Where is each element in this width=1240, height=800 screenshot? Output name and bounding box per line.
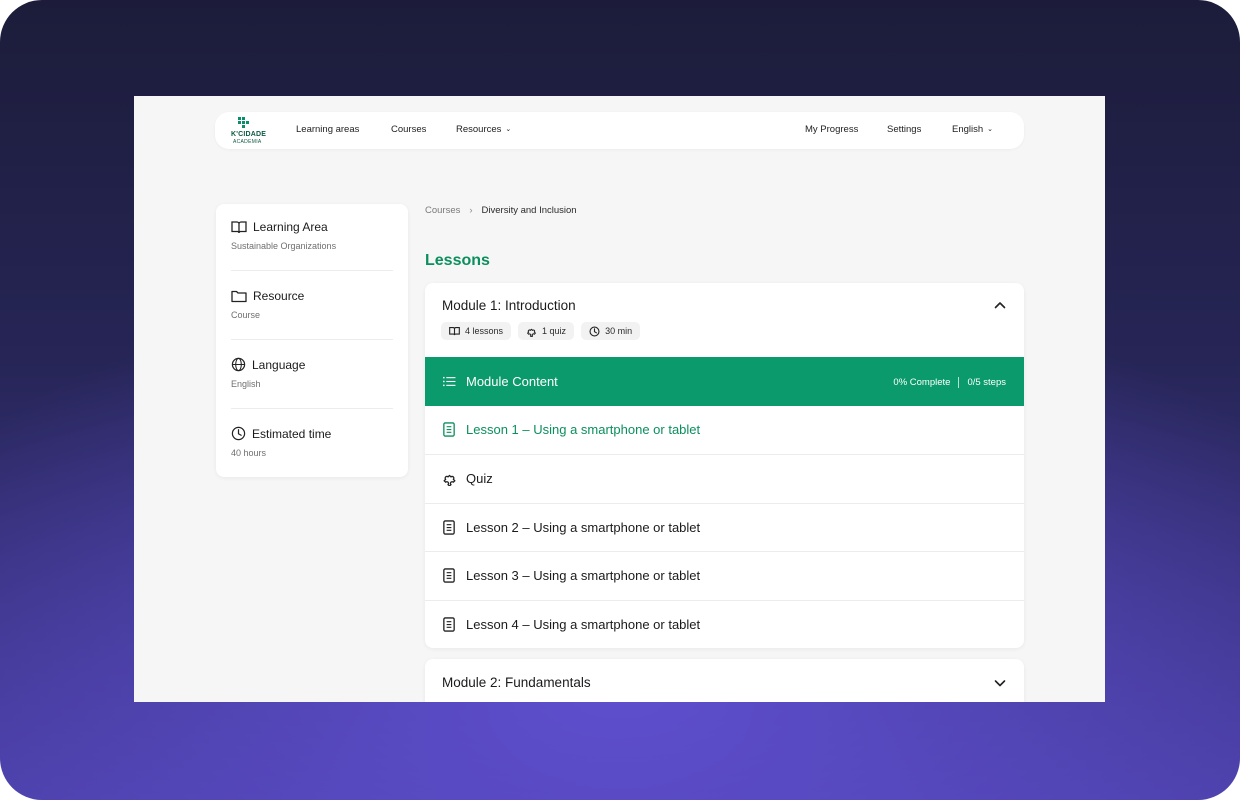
tag-label: 1 quiz	[542, 326, 567, 336]
divider	[231, 270, 393, 271]
progress-steps: 0/5 steps	[967, 377, 1006, 388]
language-label: English	[952, 124, 984, 135]
info-title: Learning Area	[253, 220, 328, 234]
puzzle-icon	[527, 328, 536, 337]
list-icon	[443, 376, 456, 387]
book-icon	[231, 221, 247, 234]
info-value: Sustainable Organizations	[231, 241, 337, 251]
book-icon	[449, 327, 460, 336]
nav-settings[interactable]: Settings	[887, 124, 921, 135]
module-card: Module 1: Introduction 4 lessons 1 quiz …	[425, 283, 1024, 648]
lesson-label: Lesson 1 – Using a smartphone or tablet	[466, 422, 701, 437]
clock-icon	[231, 426, 246, 441]
top-navigation: K'CIDADE ACADEMIA Learning areas Courses…	[215, 112, 1024, 149]
logo-name: K'CIDADE	[231, 131, 267, 138]
tag-label: 30 min	[605, 326, 633, 336]
nav-resources-label: Resources	[456, 124, 502, 135]
lesson-row[interactable]: Lesson 3 – Using a smartphone or tablet	[425, 551, 1024, 600]
info-value: Course	[231, 310, 261, 320]
tag-label: 4 lessons	[465, 326, 504, 336]
info-language: Language English	[231, 357, 393, 390]
info-learning-area: Learning Area Sustainable Organizations	[231, 220, 393, 251]
info-resource: Resource Course	[231, 289, 393, 320]
tag-time: 30 min	[581, 322, 641, 340]
clock-icon	[589, 325, 600, 337]
lesson-label: Lesson 4 – Using a smartphone or tablet	[466, 617, 701, 632]
page-title: Lessons	[425, 252, 490, 269]
course-info-card: Learning Area Sustainable Organizations …	[216, 204, 408, 477]
module-title[interactable]: Module 2: Fundamentals	[442, 675, 591, 690]
info-title: Estimated time	[252, 426, 332, 441]
nav-courses[interactable]: Courses	[391, 124, 426, 135]
tag-quiz: 1 quiz	[518, 322, 575, 340]
language-dropdown[interactable]: English ⌄	[952, 124, 993, 135]
chevron-down-icon: ⌄	[505, 126, 512, 133]
logo-sub: ACADEMIA	[233, 139, 262, 145]
chevron-down-icon[interactable]	[992, 675, 1008, 691]
info-estimated-time: Estimated time 40 hours	[231, 426, 393, 459]
logo-mark-icon	[238, 117, 252, 129]
module-tags: 4 lessons 1 quiz 30 min	[441, 322, 647, 340]
lesson-row[interactable]: Lesson 2 – Using a smartphone or tablet	[425, 503, 1024, 552]
divider	[958, 377, 960, 388]
info-value: English	[231, 379, 261, 389]
folder-icon	[231, 290, 247, 303]
nav-resources-dropdown[interactable]: Resources ⌄	[456, 124, 511, 135]
globe-icon	[231, 357, 246, 372]
module-content-label: Module Content	[466, 374, 558, 389]
lesson-row[interactable]: Lesson 4 – Using a smartphone or tablet	[425, 600, 1024, 648]
nav-my-progress[interactable]: My Progress	[805, 124, 858, 135]
chevron-up-icon[interactable]	[992, 297, 1008, 313]
nav-learning-areas[interactable]: Learning areas	[296, 124, 359, 135]
progress-percent: 0% Complete	[893, 377, 951, 388]
breadcrumb: Courses › Diversity and Inclusion	[425, 205, 577, 216]
quiz-label: Quiz	[466, 471, 493, 486]
lesson-icon	[443, 568, 455, 583]
info-title: Language	[252, 357, 306, 372]
module-progress: 0% Complete 0/5 steps	[893, 377, 1006, 388]
divider	[231, 339, 393, 340]
lesson-row[interactable]: Lesson 1 – Using a smartphone or tablet	[425, 406, 1024, 454]
app-window: K'CIDADE ACADEMIA Learning areas Courses…	[134, 96, 1105, 702]
tag-lessons: 4 lessons	[441, 322, 512, 340]
breadcrumb-courses[interactable]: Courses	[425, 205, 460, 216]
quiz-row[interactable]: Quiz	[425, 454, 1024, 503]
module-title[interactable]: Module 1: Introduction	[442, 298, 576, 313]
chevron-right-icon: ›	[469, 205, 473, 216]
module-content-bar[interactable]: Module Content 0% Complete 0/5 steps	[425, 357, 1024, 406]
lesson-icon	[443, 617, 455, 632]
info-title: Resource	[253, 289, 305, 303]
puzzle-icon	[443, 474, 456, 486]
lesson-label: Lesson 3 – Using a smartphone or tablet	[466, 568, 701, 583]
logo[interactable]: K'CIDADE ACADEMIA	[231, 117, 267, 145]
lesson-icon	[443, 422, 455, 437]
background-frame: K'CIDADE ACADEMIA Learning areas Courses…	[0, 0, 1240, 800]
info-value: 40 hours	[231, 448, 267, 458]
divider	[231, 408, 393, 409]
lesson-icon	[443, 520, 455, 535]
chevron-down-icon: ⌄	[987, 126, 994, 133]
module-card: Module 2: Fundamentals	[425, 659, 1024, 702]
lesson-label: Lesson 2 – Using a smartphone or tablet	[466, 520, 701, 535]
breadcrumb-current: Diversity and Inclusion	[481, 205, 577, 216]
